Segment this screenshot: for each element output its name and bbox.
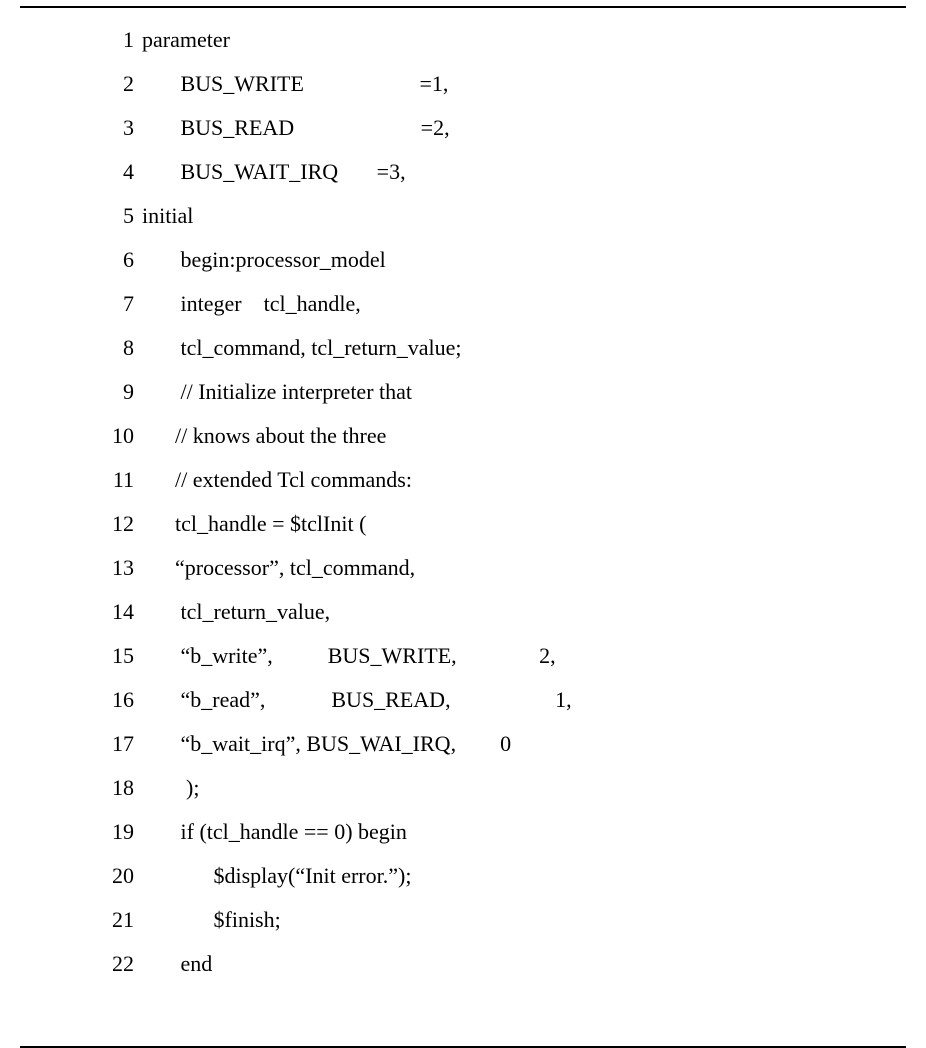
line-number: 1 [70,18,142,62]
line-text: “b_wait_irq”, BUS_WAI_IRQ, 0 [142,722,511,766]
line-number: 10 [70,414,142,458]
line-text: tcl_command, tcl_return_value; [142,326,462,370]
line-number: 7 [70,282,142,326]
line-text: BUS_READ =2, [142,106,450,150]
line-text: if (tcl_handle == 0) begin [142,810,407,854]
line-text: integer tcl_handle, [142,282,361,326]
code-line: 21 $finish; [70,898,906,942]
line-text: “b_read”, BUS_READ, 1, [142,678,572,722]
code-line: 13 “processor”, tcl_command, [70,546,906,590]
line-number: 8 [70,326,142,370]
code-line: 10 // knows about the three [70,414,906,458]
line-number: 3 [70,106,142,150]
line-text: begin:processor_model [142,238,386,282]
code-block: 1 parameter 2 BUS_WRITE =1, 3 BUS_READ =… [0,18,926,986]
code-listing-page: 1 parameter 2 BUS_WRITE =1, 3 BUS_READ =… [0,6,926,1048]
code-line: 15 “b_write”, BUS_WRITE, 2, [70,634,906,678]
code-line: 19 if (tcl_handle == 0) begin [70,810,906,854]
line-text: BUS_WAIT_IRQ =3, [142,150,406,194]
code-line: 9 // Initialize interpreter that [70,370,906,414]
line-text: ); [142,766,199,810]
line-number: 6 [70,238,142,282]
code-line: 14 tcl_return_value, [70,590,906,634]
code-line: 1 parameter [70,18,906,62]
code-line: 20 $display(“Init error.”); [70,854,906,898]
code-line: 5 initial [70,194,906,238]
line-text: initial [142,194,193,238]
top-rule [20,6,906,8]
code-line: 17 “b_wait_irq”, BUS_WAI_IRQ, 0 [70,722,906,766]
line-text: // knows about the three [142,414,386,458]
line-text: tcl_return_value, [142,590,330,634]
line-text: BUS_WRITE =1, [142,62,448,106]
line-number: 15 [70,634,142,678]
line-number: 14 [70,590,142,634]
code-line: 8 tcl_command, tcl_return_value; [70,326,906,370]
line-number: 11 [70,458,142,502]
code-line: 4 BUS_WAIT_IRQ =3, [70,150,906,194]
line-number: 22 [70,942,142,986]
line-number: 19 [70,810,142,854]
line-text: $finish; [142,898,281,942]
line-number: 18 [70,766,142,810]
line-text: “b_write”, BUS_WRITE, 2, [142,634,556,678]
line-text: end [142,942,212,986]
line-number: 21 [70,898,142,942]
line-number: 20 [70,854,142,898]
line-number: 12 [70,502,142,546]
line-number: 13 [70,546,142,590]
line-text: tcl_handle = $tclInit ( [142,502,366,546]
code-line: 12 tcl_handle = $tclInit ( [70,502,906,546]
code-line: 2 BUS_WRITE =1, [70,62,906,106]
line-text: // extended Tcl commands: [142,458,412,502]
line-number: 5 [70,194,142,238]
line-text: “processor”, tcl_command, [142,546,415,590]
line-number: 16 [70,678,142,722]
code-line: 7 integer tcl_handle, [70,282,906,326]
line-number: 17 [70,722,142,766]
line-text: // Initialize interpreter that [142,370,412,414]
line-number: 2 [70,62,142,106]
code-line: 6 begin:processor_model [70,238,906,282]
code-line: 16 “b_read”, BUS_READ, 1, [70,678,906,722]
line-text: $display(“Init error.”); [142,854,411,898]
line-number: 9 [70,370,142,414]
line-number: 4 [70,150,142,194]
code-line: 18 ); [70,766,906,810]
code-line: 11 // extended Tcl commands: [70,458,906,502]
code-line: 22 end [70,942,906,986]
code-line: 3 BUS_READ =2, [70,106,906,150]
line-text: parameter [142,18,230,62]
